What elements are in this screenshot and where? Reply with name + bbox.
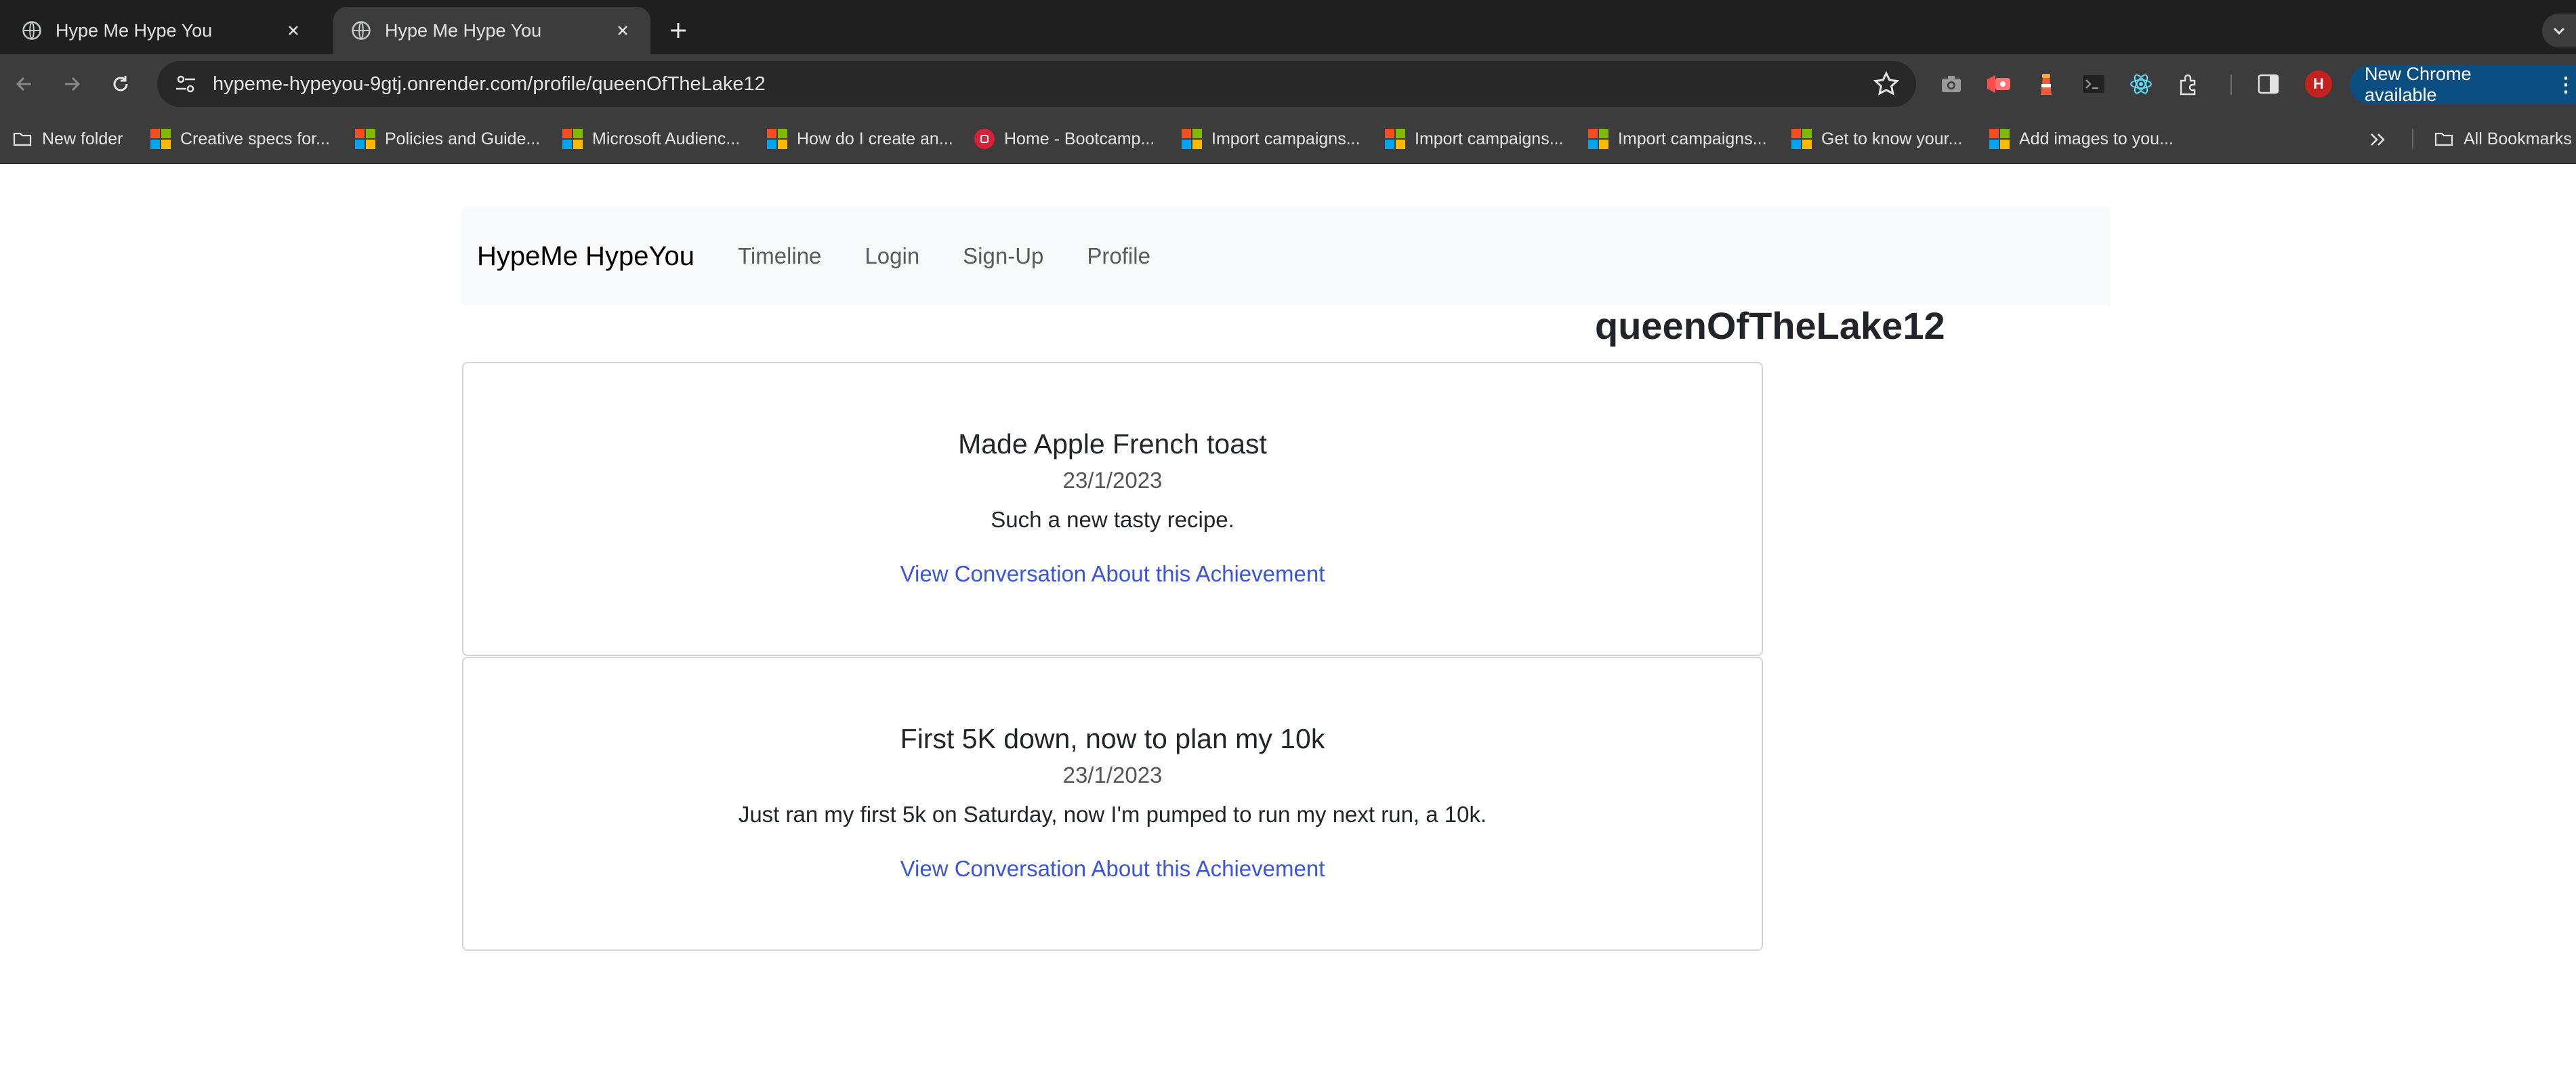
view-conversation-link[interactable]: View Conversation About this Achievement (463, 856, 1762, 882)
browser-tab-active[interactable]: Hype Me Hype You (333, 7, 650, 54)
tab-search-button[interactable] (2542, 14, 2576, 47)
globe-icon (352, 21, 371, 40)
nav-link-profile[interactable]: Profile (1087, 243, 1150, 269)
bookmark-label: New folder (42, 129, 123, 148)
reload-icon (113, 76, 128, 91)
bookmark-label: Home - Bootcamp... (1004, 129, 1155, 148)
achievement-title: Made Apple French toast (958, 428, 1267, 459)
nav-link-signup[interactable]: Sign-Up (963, 243, 1043, 269)
toolbar-divider (2230, 75, 2232, 95)
chrome-update-label: New Chrome available (2365, 64, 2472, 105)
back-button[interactable] (7, 66, 42, 102)
achievement-card: First 5K down, now to plan my 10k 23/1/2… (462, 657, 1763, 951)
folder-icon (2434, 132, 2453, 146)
microsoft-icon (150, 129, 171, 149)
bootcamp-icon (974, 129, 995, 149)
site-navbar: HypeMe HypeYou Timeline Login Sign-Up Pr… (462, 207, 2110, 305)
bookmark-item[interactable]: Home - Bootcamp... (974, 126, 1155, 152)
bookmark-item[interactable]: Import campaigns... (1385, 126, 1564, 152)
bookmark-item[interactable]: Microsoft Audienc... (562, 126, 740, 152)
bookmark-label: Microsoft Audienc... (592, 129, 741, 148)
achievement-date: 23/1/2023 (1062, 762, 1163, 788)
page-content: HypeMe HypeYou Timeline Login Sign-Up Pr… (0, 164, 2576, 1083)
bookmark-item[interactable]: Get to know your... (1791, 126, 1962, 152)
address-bar[interactable]: hypeme-hypeyou-9gtj.onrender.com/profile… (157, 61, 1916, 107)
react-devtools-icon[interactable] (2126, 69, 2156, 99)
microsoft-icon (1791, 129, 1812, 149)
url-text[interactable]: hypeme-hypeyou-9gtj.onrender.com/profile… (213, 73, 1873, 96)
chevron-down-icon (2553, 27, 2565, 35)
microsoft-icon (355, 129, 375, 149)
bookmark-label: Import campaigns... (1618, 129, 1767, 148)
achievement-title: First 5K down, now to plan my 10k (900, 723, 1325, 754)
star-icon[interactable] (1873, 70, 1900, 98)
brand-link[interactable]: HypeMe HypeYou (477, 241, 694, 272)
camera-extension-icon[interactable] (1936, 69, 1966, 99)
chrome-update-button[interactable]: New Chrome available ⋮ (2350, 64, 2576, 105)
arrow-left-icon (16, 77, 31, 91)
new-tab-button[interactable] (661, 14, 695, 47)
microsoft-icon (1588, 129, 1608, 149)
close-tab-icon[interactable] (612, 20, 633, 41)
lighthouse-extension-icon[interactable] (2031, 69, 2061, 99)
bookmarks-bar: New folder Creative specs for... Policie… (0, 114, 2576, 164)
browser-tab[interactable]: Hype Me Hype You (4, 7, 321, 54)
profile-username: queenOfTheLake12 (1595, 304, 1945, 347)
more-options-icon[interactable]: ⋮ (2556, 73, 2576, 97)
tab-title: Hype Me Hype You (385, 20, 542, 41)
all-bookmarks[interactable]: All Bookmarks (2434, 126, 2572, 152)
bookmark-label: How do I create an... (797, 129, 953, 148)
more-bookmarks-icon[interactable] (2365, 126, 2392, 153)
bookmark-item[interactable]: New folder (12, 126, 123, 152)
bookmark-item[interactable]: Creative specs for... (150, 126, 330, 152)
terminal-extension-icon[interactable] (2079, 69, 2108, 99)
view-conversation-link[interactable]: View Conversation About this Achievement (463, 561, 1762, 587)
bookmark-label: Add images to you... (2019, 129, 2174, 148)
microsoft-icon (562, 129, 583, 149)
bookmark-item[interactable]: How do I create an... (767, 126, 953, 152)
bookmark-item[interactable]: Import campaigns... (1182, 126, 1360, 152)
browser-tabstrip: Hype Me Hype You Hype Me Hype You (0, 0, 2576, 54)
extensions-puzzle-icon[interactable] (2174, 69, 2203, 99)
folder-icon (13, 132, 32, 146)
close-tab-icon[interactable] (283, 20, 304, 41)
site-info-icon[interactable] (173, 72, 198, 96)
profile-avatar[interactable]: H (2305, 70, 2332, 98)
bookmark-label: Get to know your... (1821, 129, 1963, 148)
reload-button[interactable] (103, 66, 138, 102)
arrow-right-icon (65, 77, 81, 91)
achievement-description: Just ran my first 5k on Saturday, now I'… (738, 802, 1487, 827)
tab-title: Hype Me Hype You (56, 20, 213, 41)
plus-icon (671, 23, 686, 38)
bookmark-item[interactable]: Add images to you... (1989, 126, 2174, 152)
bookmarks-divider (2412, 129, 2413, 149)
browser-toolbar: hypeme-hypeyou-9gtj.onrender.com/profile… (0, 54, 2576, 114)
achievement-card: Made Apple French toast 23/1/2023 Such a… (462, 362, 1763, 656)
bookmark-item[interactable]: Import campaigns... (1588, 126, 1767, 152)
bookmark-label: Creative specs for... (180, 129, 330, 148)
forward-button[interactable] (54, 66, 89, 102)
microsoft-icon (1989, 129, 2010, 149)
bookmark-label: Import campaigns... (1211, 129, 1360, 148)
side-panel-icon[interactable] (2253, 69, 2283, 99)
microsoft-icon (767, 129, 787, 149)
all-bookmarks-label: All Bookmarks (2464, 129, 2572, 148)
microsoft-icon (1182, 129, 1202, 149)
achievement-description: Such a new tasty recipe. (991, 507, 1234, 532)
bookmark-label: Policies and Guide... (385, 129, 541, 148)
microsoft-icon (1385, 129, 1405, 149)
nav-link-timeline[interactable]: Timeline (738, 243, 821, 269)
globe-icon (22, 21, 41, 40)
nav-link-login[interactable]: Login (865, 243, 919, 269)
bookmark-item[interactable]: Policies and Guide... (355, 126, 540, 152)
record-extension-icon[interactable] (1984, 69, 2014, 99)
bookmark-label: Import campaigns... (1415, 129, 1564, 148)
achievement-date: 23/1/2023 (1062, 468, 1163, 493)
